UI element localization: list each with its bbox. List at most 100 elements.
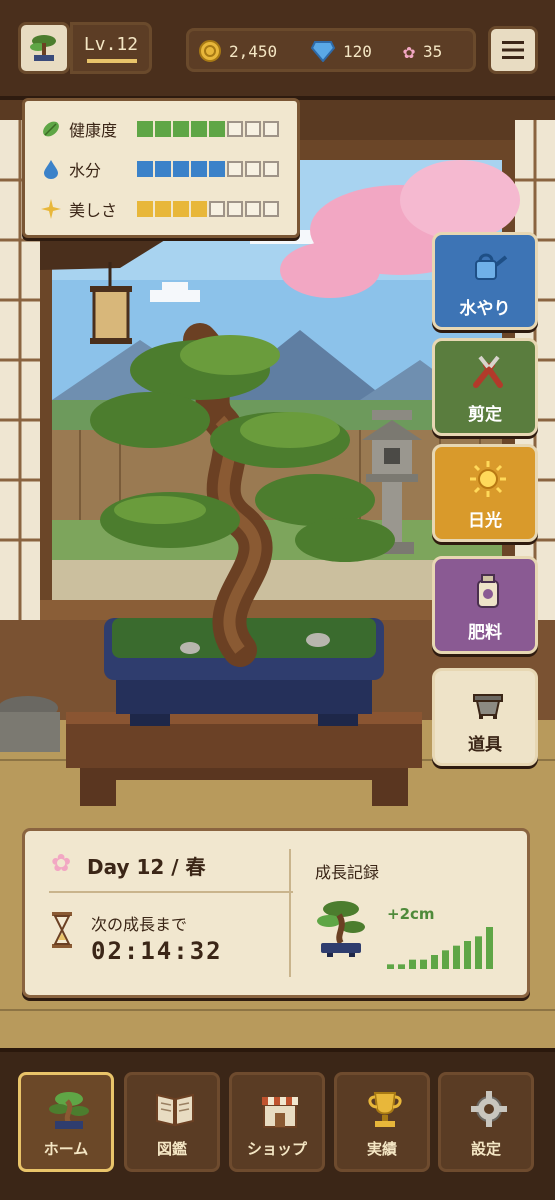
plant-stats-panel: 健康度 水分 美しさ (22, 98, 300, 238)
nav-label: 図鑑 (156, 1140, 187, 1158)
fertilizer-button-label: 肥料 (468, 623, 502, 643)
coins-display: 2,450 (199, 40, 277, 62)
nav-label: ショップ (246, 1140, 307, 1158)
stat-water: 水分 (41, 157, 279, 181)
divider (49, 891, 293, 893)
stat-label: 美しさ (69, 201, 118, 220)
level-text: Lv.12 (83, 34, 139, 55)
level-badge: Lv.12 (70, 22, 152, 74)
nav-label: ホーム (43, 1140, 89, 1158)
divider (289, 849, 291, 977)
growth-record-title: 成長記録 (315, 863, 380, 882)
currency-bar: 2,450 120 ✿ 35 (186, 28, 476, 72)
stat-pip (263, 121, 279, 137)
growth-bar (453, 945, 460, 969)
fertilizer-button[interactable]: 肥料 (432, 556, 538, 654)
nav-home[interactable]: ホーム (18, 1072, 114, 1172)
gems-display: 120 (311, 40, 372, 62)
stat-pip (137, 161, 153, 177)
stat-label: 水分 (69, 161, 102, 180)
stat-pip (191, 201, 207, 217)
stat-pip (245, 201, 261, 217)
fertilizer-icon (477, 574, 499, 608)
stat-pip (209, 201, 225, 217)
pot-tool-icon (473, 694, 503, 719)
growth-bar (475, 936, 482, 969)
sunlight-button[interactable]: 日光 (432, 444, 538, 542)
stat-pip (155, 161, 171, 177)
hourglass-icon (52, 912, 72, 948)
growth-bar (387, 964, 394, 969)
stat-pip (245, 161, 261, 177)
sakura-icon: ✿ (403, 39, 416, 63)
bottom-navigation: ホーム 図鑑 ショップ 実績 設定 (0, 1048, 555, 1200)
health-meter (137, 121, 279, 137)
top-bar: Lv.12 2,450 120 ✿ 35 (0, 0, 555, 100)
sun-icon (470, 461, 506, 497)
stat-pip (227, 201, 243, 217)
tools-button[interactable]: 道具 (432, 668, 538, 766)
leaf-icon (43, 121, 59, 137)
stat-health: 健康度 (41, 117, 279, 141)
stat-pip (191, 161, 207, 177)
gem-icon (311, 41, 335, 62)
coin-icon (199, 40, 221, 62)
stat-pip (191, 121, 207, 137)
stat-label: 健康度 (69, 121, 118, 140)
nav-shop[interactable]: ショップ (229, 1072, 325, 1172)
stat-pip (173, 121, 189, 137)
game-screen: Lv.12 2,450 120 ✿ 35 健康度 水分 美しさ 水やり 剪定 日… (0, 0, 555, 1200)
growth-timer: 02:14:32 (91, 937, 223, 965)
growth-info-panel: ✿ Day 12 / 春 次の成長まで 02:14:32 成長記録 +2cm (22, 828, 530, 998)
growth-bar (464, 941, 471, 969)
stat-pip (173, 201, 189, 217)
sparkle-icon (41, 199, 61, 219)
menu-button[interactable] (488, 26, 538, 74)
shop-icon (262, 1097, 298, 1128)
nav-label: 実績 (366, 1140, 397, 1158)
blossoms-display: ✿ 35 (403, 39, 443, 63)
stat-pip (155, 201, 171, 217)
hamburger-menu-icon (502, 41, 524, 59)
level-progress-bar (87, 59, 137, 63)
watering-can-icon (475, 253, 508, 280)
tools-button-label: 道具 (468, 735, 502, 755)
stat-beauty: 美しさ (41, 197, 279, 221)
water-drop-icon (44, 160, 58, 179)
next-growth-label: 次の成長まで (91, 915, 188, 934)
gear-icon (471, 1091, 507, 1127)
trophy-icon (368, 1092, 402, 1127)
nav-achievements[interactable]: 実績 (334, 1072, 430, 1172)
stat-pip (263, 161, 279, 177)
bonsai-thumbnail-icon (317, 901, 365, 957)
prune-button[interactable]: 剪定 (432, 338, 538, 436)
prune-button-label: 剪定 (468, 405, 502, 425)
blossoms-value: 35 (423, 41, 443, 61)
stat-pip (137, 201, 153, 217)
stat-pip (155, 121, 171, 137)
growth-bar (442, 950, 449, 969)
nav-settings[interactable]: 設定 (438, 1072, 534, 1172)
gems-value: 120 (343, 41, 372, 61)
growth-bar-chart (387, 927, 493, 969)
nav-encyclopedia[interactable]: 図鑑 (124, 1072, 220, 1172)
stat-pip (263, 201, 279, 217)
stat-pip (227, 121, 243, 137)
growth-bar (431, 955, 438, 969)
stat-pip (137, 121, 153, 137)
stat-pip (209, 121, 225, 137)
bonsai-home-icon (49, 1092, 89, 1129)
nav-label: 設定 (470, 1140, 501, 1158)
water-meter (137, 161, 279, 177)
sunlight-button-label: 日光 (468, 511, 502, 531)
water-button[interactable]: 水やり (432, 232, 538, 330)
beauty-meter (137, 201, 279, 217)
growth-delta: +2cm (387, 905, 435, 923)
stat-pip (245, 121, 261, 137)
coins-value: 2,450 (229, 41, 278, 61)
player-avatar[interactable] (18, 22, 70, 74)
growth-bar (486, 927, 493, 969)
stat-pip (173, 161, 189, 177)
growth-bar (409, 959, 416, 969)
stat-pip (209, 161, 225, 177)
